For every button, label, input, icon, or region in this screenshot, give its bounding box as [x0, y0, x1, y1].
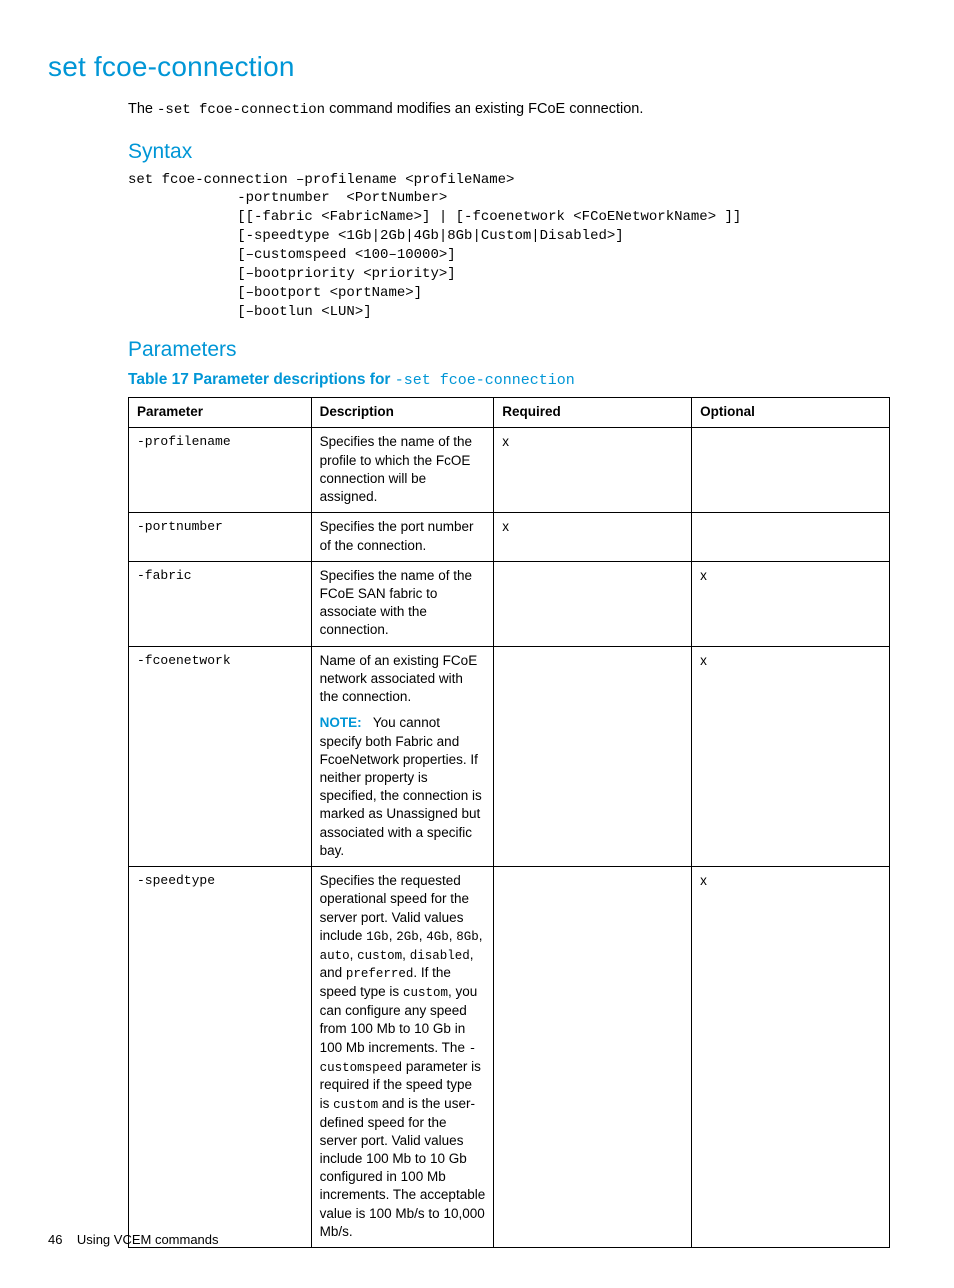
sp-code: custom	[357, 949, 402, 963]
table-caption: Table 17 Parameter descriptions for -set…	[128, 370, 890, 391]
sp-code: custom	[333, 1098, 378, 1112]
param-desc: Name of an existing FCoE network associa…	[311, 646, 494, 866]
table-row: -fabric Specifies the name of the FCoE S…	[129, 561, 890, 646]
param-name: -fcoenetwork	[129, 646, 312, 866]
param-desc: Specifies the name of the profile to whi…	[311, 428, 494, 513]
sp-code: 4Gb	[426, 930, 449, 944]
footer-text: Using VCEM commands	[77, 1232, 219, 1247]
param-desc: Specifies the requested operational spee…	[311, 867, 494, 1248]
page-number: 46	[48, 1232, 62, 1247]
table-row: -speedtype Specifies the requested opera…	[129, 867, 890, 1248]
param-required: x	[494, 428, 692, 513]
sp-code: 2Gb	[396, 930, 419, 944]
table-row: -fcoenetwork Name of an existing FCoE ne…	[129, 646, 890, 866]
page-title: set fcoe-connection	[48, 48, 890, 86]
param-optional: x	[692, 561, 890, 646]
col-required: Required	[494, 398, 692, 428]
sp-t: ,	[479, 928, 483, 943]
intro-after: command modifies an existing FCoE connec…	[325, 101, 643, 117]
param-optional	[692, 428, 890, 513]
table-caption-prefix: Table 17 Parameter descriptions for	[128, 371, 395, 388]
sp-code: custom	[403, 986, 448, 1000]
param-required: x	[494, 513, 692, 561]
table-row: -portnumber Specifies the port number of…	[129, 513, 890, 561]
intro-code: -set fcoe-connection	[157, 102, 325, 118]
sp-code: 8Gb	[456, 930, 479, 944]
param-required	[494, 561, 692, 646]
syntax-block: set fcoe-connection –profilename <profil…	[128, 171, 890, 322]
param-name: -fabric	[129, 561, 312, 646]
col-description: Description	[311, 398, 494, 428]
table-header-row: Parameter Description Required Optional	[129, 398, 890, 428]
param-name: -profilename	[129, 428, 312, 513]
col-parameter: Parameter	[129, 398, 312, 428]
intro-paragraph: The -set fcoe-connection command modifie…	[128, 100, 890, 120]
intro-before: The	[128, 101, 157, 117]
note-block: NOTE: You cannot specify both Fabric and…	[320, 714, 486, 860]
parameters-table: Parameter Description Required Optional …	[128, 397, 890, 1248]
note-label: NOTE:	[320, 715, 362, 730]
note-text: You cannot specify both Fabric and FcoeN…	[320, 715, 482, 858]
fcoenetwork-desc: Name of an existing FCoE network associa…	[320, 652, 486, 707]
table-row: -profilename Specifies the name of the p…	[129, 428, 890, 513]
col-optional: Optional	[692, 398, 890, 428]
sp-t: ,	[402, 947, 410, 962]
param-required	[494, 867, 692, 1248]
sp-code: preferred	[346, 967, 414, 981]
param-desc: Specifies the port number of the connect…	[311, 513, 494, 561]
param-name: -portnumber	[129, 513, 312, 561]
parameters-heading: Parameters	[128, 336, 890, 364]
param-required	[494, 646, 692, 866]
param-optional: x	[692, 646, 890, 866]
param-desc: Specifies the name of the FCoE SAN fabri…	[311, 561, 494, 646]
sp-t: and is the user-defined speed for the se…	[320, 1096, 486, 1239]
sp-code: auto	[320, 949, 350, 963]
param-optional: x	[692, 867, 890, 1248]
param-optional	[692, 513, 890, 561]
table-caption-code: -set fcoe-connection	[395, 372, 575, 389]
syntax-heading: Syntax	[128, 138, 890, 166]
sp-code: 1Gb	[366, 930, 389, 944]
sp-code: disabled	[410, 949, 470, 963]
page-footer: 46 Using VCEM commands	[48, 1231, 219, 1249]
param-name: -speedtype	[129, 867, 312, 1248]
